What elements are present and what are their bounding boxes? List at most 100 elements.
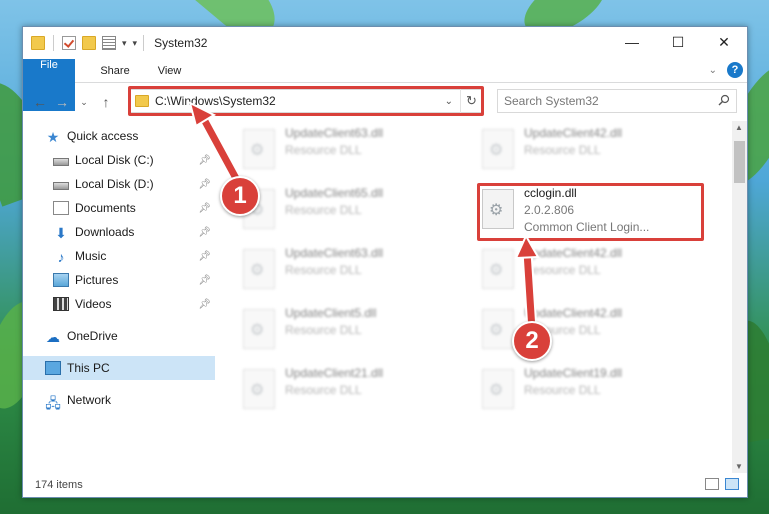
main-area: ★ Quick access Local Disk (C:) 📌︎ Local …: [23, 121, 747, 473]
star-icon: ★: [46, 129, 60, 145]
window-controls: — ☐ ✕: [609, 27, 747, 57]
sidebar-item-label: This PC: [67, 361, 110, 375]
sidebar-item-label: Local Disk (C:): [75, 153, 154, 167]
file-type: Resource DLL: [285, 263, 362, 277]
file-name: UpdateClient42.dll: [524, 246, 623, 260]
scroll-up-icon[interactable]: ▲: [735, 123, 743, 132]
sidebar-item-label: Documents: [75, 201, 136, 215]
ribbon-right-controls: ⌄ ?: [709, 62, 743, 78]
this-pc-icon: [45, 361, 61, 375]
new-folder-icon[interactable]: [82, 36, 96, 50]
pin-icon: 📌︎: [198, 178, 211, 190]
file-item[interactable]: UpdateClient63.dll Resource DLL: [243, 125, 468, 177]
file-type: Resource DLL: [285, 323, 362, 337]
navigation-pane: ★ Quick access Local Disk (C:) 📌︎ Local …: [23, 121, 215, 473]
sidebar-item-network[interactable]: 🖧︎ Network: [23, 388, 215, 412]
quick-access-toolbar: ▾ ▾: [23, 35, 137, 51]
dll-file-icon: [482, 369, 514, 409]
customize-toolbar-icon[interactable]: ▾: [133, 38, 138, 49]
pin-icon: 📌︎: [198, 250, 211, 262]
sidebar-item-pictures[interactable]: Pictures 📌︎: [23, 268, 215, 292]
file-name: UpdateClient21.dll: [285, 366, 384, 380]
dll-file-icon: [482, 309, 514, 349]
file-item[interactable]: UpdateClient5.dll Resource DLL: [243, 305, 468, 357]
file-name: UpdateClient63.dll: [285, 246, 384, 260]
file-name: UpdateClient42.dll: [524, 126, 623, 140]
sidebar-item-downloads[interactable]: ⬇ Downloads 📌︎: [23, 220, 215, 244]
details-view-icon[interactable]: [705, 478, 719, 490]
status-bar: 174 items: [23, 473, 747, 497]
folder-icon: [31, 36, 45, 50]
file-name: UpdateClient42.dll: [524, 306, 623, 320]
sidebar-item-label: Pictures: [75, 273, 119, 287]
tab-view[interactable]: View: [144, 59, 196, 82]
help-icon[interactable]: ?: [727, 62, 743, 78]
file-type: Resource DLL: [285, 143, 362, 157]
music-icon: ♪: [57, 249, 65, 265]
sidebar-item-videos[interactable]: Videos 📌︎: [23, 292, 215, 316]
sidebar-item-quick-access[interactable]: ★ Quick access: [23, 124, 215, 148]
file-type: Resource DLL: [524, 383, 601, 397]
back-arrow-icon[interactable]: ←: [29, 94, 51, 110]
pictures-icon: [53, 273, 69, 287]
sidebar-item-documents[interactable]: Documents 📌︎: [23, 196, 215, 220]
pin-icon: 📌︎: [198, 202, 211, 214]
file-item[interactable]: UpdateClient42.dll Resource DLL: [482, 245, 707, 297]
file-item[interactable]: UpdateClient65.dll Resource DLL: [243, 185, 468, 237]
window-title: System32: [154, 36, 208, 50]
close-button[interactable]: ✕: [701, 27, 747, 57]
search-input[interactable]: Search System32: [497, 89, 737, 113]
file-type: Resource DLL: [285, 203, 362, 217]
file-list: UpdateClient63.dll Resource DLL UpdateCl…: [215, 121, 747, 473]
large-icons-view-icon[interactable]: [725, 478, 739, 490]
file-name: UpdateClient65.dll: [285, 186, 384, 200]
sidebar-item-label: Videos: [75, 297, 112, 311]
file-highlight-box: [477, 183, 704, 241]
up-arrow-icon[interactable]: ↑: [95, 94, 117, 110]
address-highlight-box: [128, 86, 484, 116]
maximize-button[interactable]: ☐: [655, 27, 701, 57]
properties-check-icon[interactable]: [62, 36, 76, 50]
network-icon: 🖧︎: [45, 395, 61, 411]
toolbar-separator: [143, 35, 145, 51]
pin-icon: 📌︎: [198, 154, 211, 166]
file-type: Resource DLL: [524, 263, 601, 277]
recent-locations-chevron-icon[interactable]: ⌄: [73, 97, 95, 108]
title-bar: ▾ ▾ System32 — ☐ ✕: [23, 27, 747, 59]
pin-icon: 📌︎: [198, 274, 211, 286]
scrollbar-thumb[interactable]: [734, 141, 745, 183]
expand-ribbon-chevron-icon[interactable]: ⌄: [709, 65, 717, 76]
forward-arrow-icon[interactable]: →: [51, 94, 73, 110]
file-item[interactable]: UpdateClient21.dll Resource DLL: [243, 365, 468, 417]
file-name: UpdateClient5.dll: [285, 306, 377, 320]
sidebar-item-this-pc[interactable]: This PC: [23, 356, 215, 380]
file-item[interactable]: UpdateClient63.dll Resource DLL: [243, 245, 468, 297]
scroll-down-icon[interactable]: ▼: [735, 462, 743, 471]
disk-icon: [53, 181, 69, 190]
file-name: UpdateClient63.dll: [285, 126, 384, 140]
tab-share[interactable]: Share: [86, 59, 143, 82]
properties-icon[interactable]: [102, 36, 116, 50]
file-item[interactable]: UpdateClient42.dll Resource DLL: [482, 125, 707, 177]
vertical-scrollbar[interactable]: ▲ ▼: [732, 121, 747, 473]
sidebar-item-label: Network: [67, 393, 112, 407]
dll-file-icon: [243, 129, 275, 169]
sidebar-item-music[interactable]: ♪ Music 📌︎: [23, 244, 215, 268]
file-type: Resource DLL: [524, 143, 601, 157]
ribbon-tabs: File Home Share View ⌄ ?: [23, 59, 747, 111]
item-count: 174 items: [35, 479, 83, 491]
sidebar-item-local-disk-d[interactable]: Local Disk (D:) 📌︎: [23, 172, 215, 196]
videos-icon: [53, 297, 69, 311]
dll-file-icon: [482, 129, 514, 169]
dll-file-icon: [482, 249, 514, 289]
pin-icon: 📌︎: [198, 226, 211, 238]
sidebar-item-label: Local Disk (D:): [75, 177, 154, 191]
dll-file-icon: [243, 369, 275, 409]
onedrive-icon: ☁: [46, 329, 60, 345]
documents-icon: [53, 201, 69, 215]
sidebar-item-onedrive[interactable]: ☁ OneDrive: [23, 324, 215, 348]
chevron-down-icon[interactable]: ▾: [122, 38, 127, 49]
file-item[interactable]: UpdateClient19.dll Resource DLL: [482, 365, 707, 417]
minimize-button[interactable]: —: [609, 27, 655, 57]
sidebar-item-local-disk-c[interactable]: Local Disk (C:) 📌︎: [23, 148, 215, 172]
